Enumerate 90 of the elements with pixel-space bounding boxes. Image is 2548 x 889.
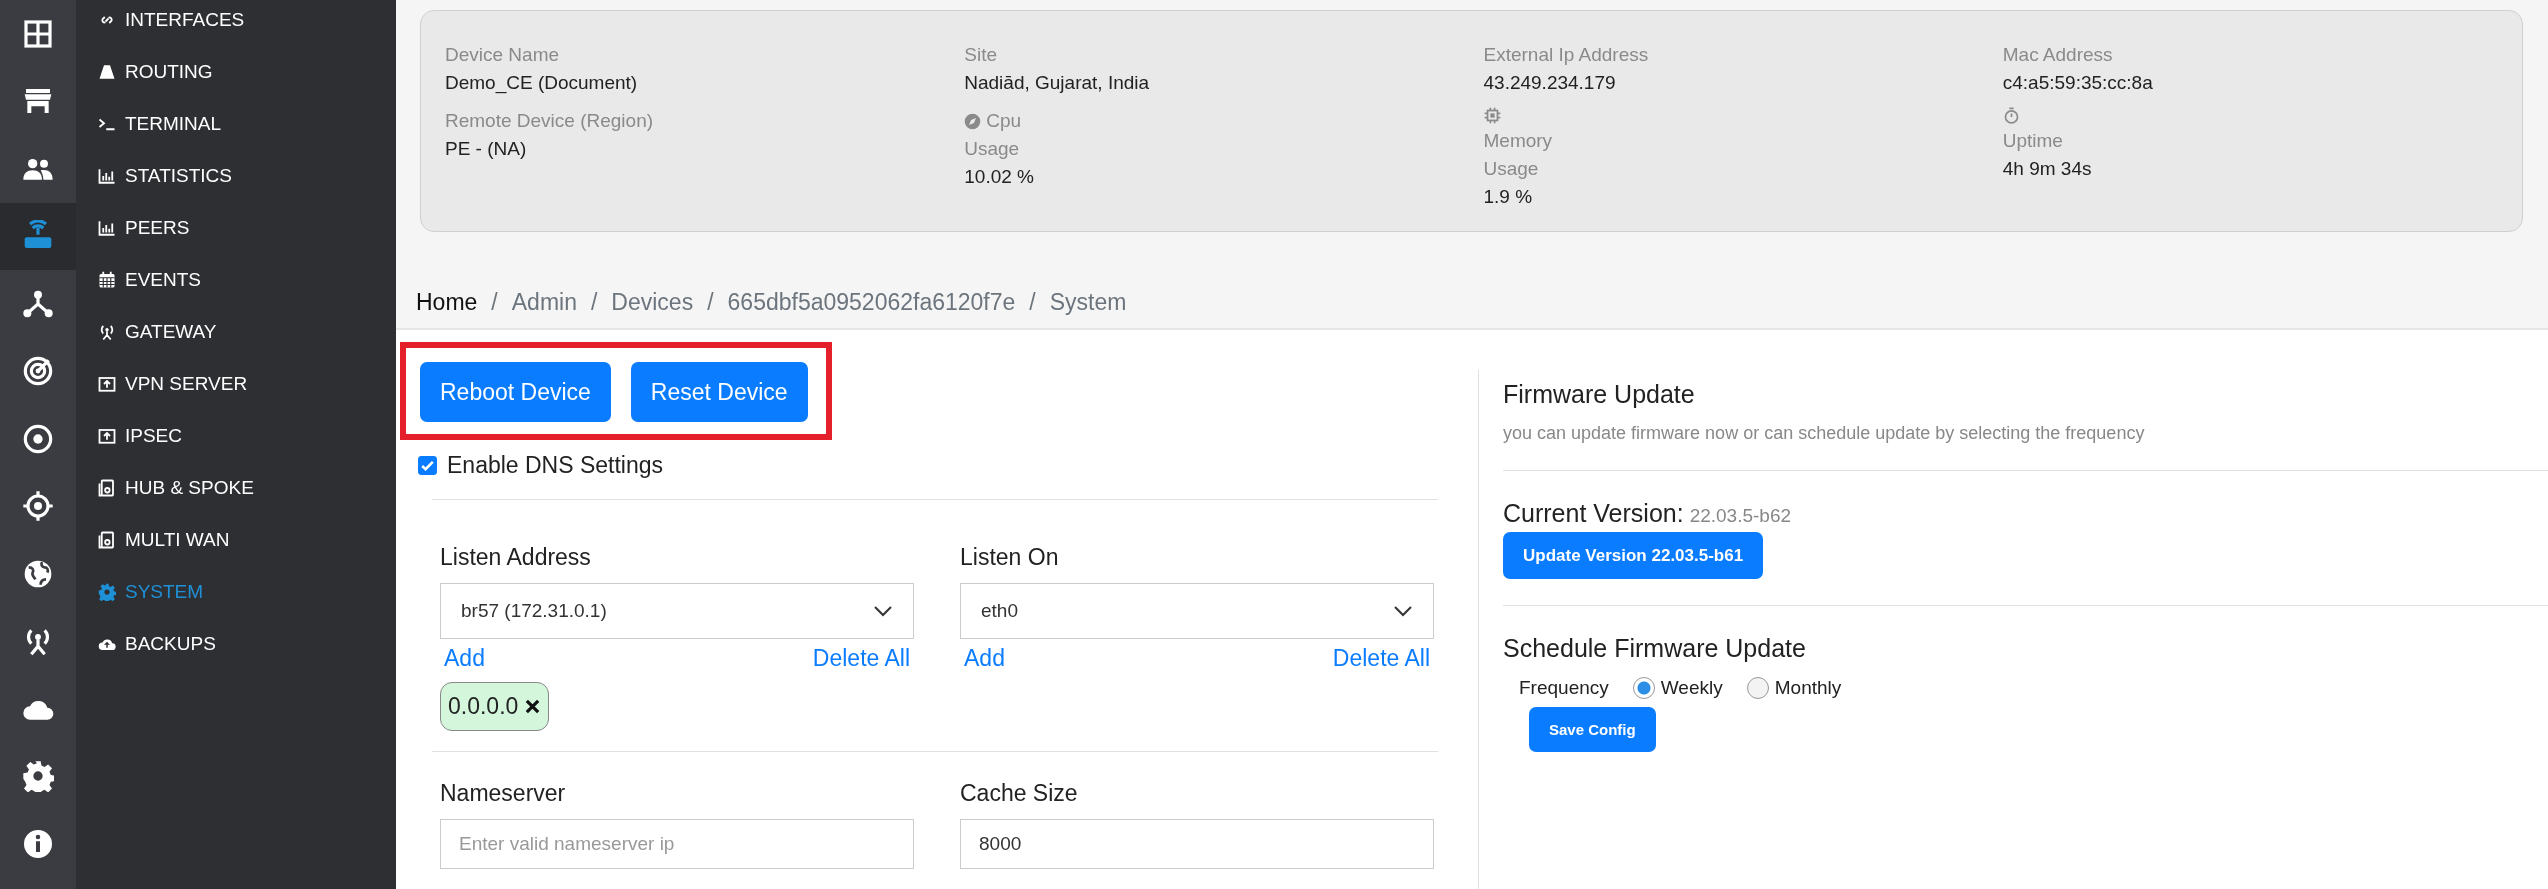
breadcrumb-link[interactable]: Admin <box>511 288 577 316</box>
frequency-label: Frequency <box>1519 677 1609 699</box>
save-button[interactable]: Save Config <box>1529 707 1656 752</box>
info-value: 4h 9m 34s <box>2002 157 2093 181</box>
breadcrumb-separator: / <box>491 288 498 316</box>
field-label: Nameserver <box>440 780 567 807</box>
field-label: Listen On <box>960 544 1060 571</box>
info-label: Device Name <box>445 43 561 67</box>
delete-all-link[interactable]: Delete All <box>812 645 910 672</box>
info-value: c4:a5:59:35:cc:8a <box>2002 71 2154 95</box>
chevron-down-icon <box>873 605 893 617</box>
radio-button[interactable] <box>1632 677 1655 699</box>
calendar-icon <box>98 271 116 289</box>
dropdown[interactable]: eth0 <box>960 583 1434 639</box>
input-field[interactable]: Enter valid nameserver ip <box>440 819 914 869</box>
submenu-item[interactable]: EVENTS <box>76 254 396 306</box>
submenu-item[interactable]: HUB & SPOKE <box>76 462 396 514</box>
checkbox[interactable] <box>418 456 437 475</box>
section-description: you can update firmware now or can schedule update by selecting the frequency <box>1503 423 2146 444</box>
breadcrumb-separator: / <box>1029 288 1036 316</box>
info-label: Usage <box>1483 157 1540 181</box>
radio-label: Monthly <box>1774 677 1842 699</box>
info-label: Mac Address <box>2002 43 2114 67</box>
chart-icon <box>98 167 116 185</box>
upload-box-icon <box>98 375 116 393</box>
submenu-item[interactable]: TERMINAL <box>76 98 396 150</box>
checkbox-label: Enable DNS Settings <box>447 452 664 479</box>
add-link[interactable]: Add <box>964 645 1005 672</box>
target-icon <box>22 422 54 455</box>
field-label: Cache Size <box>960 780 1079 807</box>
breadcrumb-separator: / <box>707 288 714 316</box>
submenu-item[interactable]: STATISTICS <box>76 150 396 202</box>
compass-icon <box>964 112 982 130</box>
add-link[interactable]: Add <box>444 645 485 672</box>
stopwatch-icon <box>2002 107 2020 124</box>
info-label: Remote Device (Region) <box>445 109 655 133</box>
info-label: Uptime <box>2002 129 2064 153</box>
info-value: Nadiād, Gujarat, India <box>964 71 1151 95</box>
submenu-item[interactable]: INTERFACES <box>76 0 396 46</box>
device-icon <box>98 531 116 549</box>
radar-icon <box>22 355 54 388</box>
tag-text: 0.0.0.0 <box>448 693 519 720</box>
info-value: 43.249.234.179 <box>1483 71 1617 95</box>
version-value: 22.03.5-b62 <box>1689 505 1792 527</box>
action-button[interactable]: Reboot Device <box>420 362 611 422</box>
info-label: Cpu <box>986 109 1022 133</box>
section-title: Firmware Update <box>1503 380 1696 409</box>
submenu-item[interactable]: MULTI WAN <box>76 514 396 566</box>
close-icon[interactable] <box>524 698 542 715</box>
info-value: 1.9 % <box>1483 185 1534 209</box>
chevron-down-icon <box>1393 605 1413 617</box>
chart-icon <box>98 219 116 237</box>
submenu-item[interactable]: IPSEC <box>76 410 396 462</box>
submenu-item[interactable]: SYSTEM <box>76 566 396 618</box>
breadcrumb-link[interactable]: Devices <box>611 288 694 316</box>
breadcrumb-separator: / <box>590 288 598 316</box>
upload-box-icon <box>98 427 116 445</box>
delete-all-link[interactable]: Delete All <box>1332 645 1430 672</box>
dropdown[interactable]: br57 (172.31.0.1) <box>440 583 914 639</box>
input-field[interactable]: 8000 <box>960 819 1434 869</box>
crosshair-icon <box>22 490 54 523</box>
breadcrumb-link[interactable]: System <box>1049 288 1127 316</box>
chip-icon <box>1483 107 1501 124</box>
info-value: 10.02 % <box>964 165 1035 189</box>
info-label: Memory <box>1483 129 1554 153</box>
action-button[interactable]: Reset Device <box>630 362 808 422</box>
field-label: Listen Address <box>440 544 592 571</box>
section-title: Schedule Firmware Update <box>1503 634 1807 663</box>
gear-icon <box>22 760 54 793</box>
update-button[interactable]: Update Version 22.03.5-b61 <box>1503 532 1764 579</box>
antenna-icon <box>98 323 116 341</box>
device-icon <box>98 479 116 497</box>
info-icon <box>22 827 54 860</box>
info-label: Usage <box>964 137 1021 161</box>
submenu-item[interactable]: VPN SERVER <box>76 358 396 410</box>
grid-icon <box>22 17 54 50</box>
submenu-item[interactable]: BACKUPS <box>76 618 396 670</box>
info-value: Demo_CE (Document) <box>445 71 639 96</box>
breadcrumb-link[interactable]: Home <box>416 288 478 316</box>
radio-button[interactable] <box>1746 677 1769 699</box>
version-label: Current Version: <box>1503 499 1684 528</box>
gear-icon <box>98 583 116 601</box>
breadcrumb-link[interactable]: 665dbf5a0952062fa6120f7e <box>727 288 1016 316</box>
submenu-item[interactable]: PEERS <box>76 202 396 254</box>
info-value: PE - (NA) <box>445 137 528 161</box>
info-label: Site <box>964 43 998 67</box>
radio-label: Weekly <box>1660 677 1723 699</box>
submenu-item[interactable]: GATEWAY <box>76 306 396 358</box>
submenu-item[interactable]: ROUTING <box>76 46 396 98</box>
info-label: External Ip Address <box>1483 43 1650 67</box>
